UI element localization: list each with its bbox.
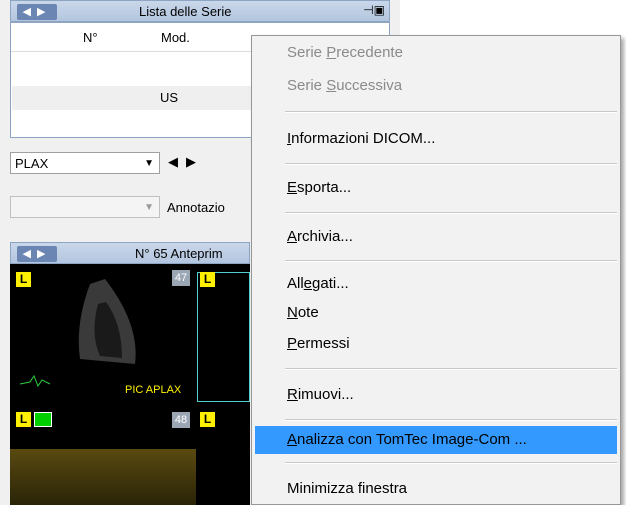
chevron-down-icon: ▼ [144, 202, 154, 213]
thumbnail-1-number: 47 [172, 270, 190, 286]
next-arrow-icon[interactable]: ▶ [186, 154, 196, 170]
thumbnail-grid: PIC APLAX L 47 L L 48 L [10, 264, 250, 505]
video-icon [34, 412, 52, 427]
chevron-down-icon: ▼ [144, 158, 154, 169]
preview-titlebar: ◀▶ N° 65 Anteprim [10, 242, 250, 264]
series-list-title: Lista delle Serie [139, 4, 232, 19]
menu-item-previous-series[interactable]: Serie Precedente [287, 44, 403, 61]
menu-item-attachments[interactable]: Allegati... [287, 275, 349, 292]
prev-arrow-icon[interactable]: ◀ [168, 154, 178, 170]
annotation-select[interactable]: ▼ [10, 196, 160, 218]
badge-l-icon: L [200, 272, 215, 287]
preview-nav-arrows[interactable]: ◀▶ [17, 246, 57, 262]
menu-separator [285, 260, 617, 262]
menu-item-next-series[interactable]: Serie Successiva [287, 77, 402, 94]
thumbnail-1[interactable]: PIC APLAX [10, 264, 196, 404]
menu-item-analyze-tomtec[interactable]: Analizza con TomTec Image-Com ... [287, 431, 527, 448]
badge-l-icon: L [16, 272, 31, 287]
badge-l-icon: L [200, 412, 215, 427]
preview-title: N° 65 Anteprim [135, 246, 223, 261]
menu-separator [285, 419, 617, 421]
pin-icon[interactable]: ⊣▣ [363, 3, 385, 17]
menu-item-remove[interactable]: Rimuovi... [287, 386, 354, 403]
annotation-label: Annotazio [167, 200, 225, 215]
menu-separator [285, 212, 617, 214]
context-menu: Serie Precedente Serie Successiva Inform… [251, 35, 621, 505]
menu-item-notes[interactable]: Note [287, 304, 319, 321]
thumbnail-doppler[interactable] [10, 449, 196, 505]
thumbnail-2-selected[interactable] [197, 272, 250, 402]
menu-item-minimize-window[interactable]: Minimizza finestra [287, 480, 407, 497]
view-select[interactable]: PLAX ▼ [10, 152, 160, 174]
row-modality: US [160, 90, 179, 105]
menu-separator [285, 368, 617, 370]
table-row[interactable]: US [12, 86, 252, 110]
menu-separator [285, 163, 617, 165]
thumbnail-2-number: 48 [172, 412, 190, 428]
menu-separator [285, 462, 617, 464]
column-header-number[interactable]: N° [83, 30, 98, 45]
echo-image-1 [19, 279, 136, 388]
menu-item-permissions[interactable]: Permessi [287, 335, 350, 352]
menu-item-export[interactable]: Esporta... [287, 179, 351, 196]
column-header-modality[interactable]: Mod. [161, 30, 190, 45]
menu-item-dicom-info[interactable]: Informazioni DICOM... [287, 130, 435, 147]
badge-l-icon: L [16, 412, 31, 427]
series-nav-arrows[interactable]: ◀▶ [17, 4, 57, 20]
series-list-titlebar: ◀▶ Lista delle Serie ⊣▣ [10, 0, 390, 22]
menu-item-archive[interactable]: Archivia... [287, 228, 353, 245]
view-select-value: PLAX [15, 156, 49, 171]
menu-separator [285, 111, 617, 113]
thumbnail-1-label: PIC APLAX [125, 384, 182, 396]
